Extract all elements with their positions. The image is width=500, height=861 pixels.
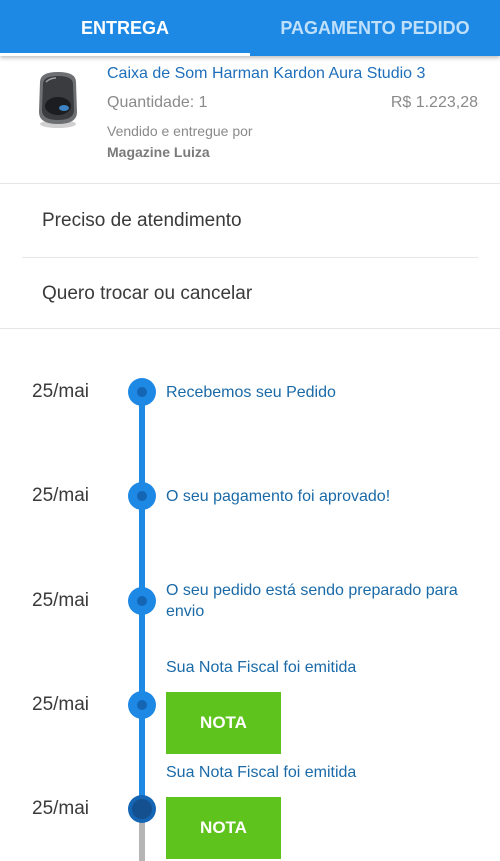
timeline-dot-icon <box>128 482 156 510</box>
timeline-text: O seu pagamento foi aprovado! <box>166 488 391 505</box>
timeline-dot-icon <box>128 691 156 719</box>
divider <box>0 183 500 184</box>
divider <box>22 257 478 258</box>
tab-bar: ENTREGA PAGAMENTO PEDIDO <box>0 0 500 56</box>
timeline-text: Recebemos seu Pedido <box>166 384 336 401</box>
option-trocar-cancelar[interactable]: Quero trocar ou cancelar <box>42 283 252 305</box>
sold-by-label: Vendido e entregue por <box>107 123 253 139</box>
product-card: Caixa de Som Harman Kardon Aura Studio 3… <box>0 56 500 184</box>
nota-button[interactable]: NOTA <box>166 692 281 754</box>
timeline-text: O seu pedido está sendo preparado para e… <box>166 582 458 620</box>
product-price: R$ 1.223,28 <box>390 94 478 111</box>
nota-button[interactable]: NOTA <box>166 797 281 859</box>
timeline-date: 25/mai <box>32 694 90 715</box>
product-name-link[interactable]: Caixa de Som Harman Kardon Aura Studio 3 <box>107 65 425 83</box>
timeline-date: 25/mai <box>32 590 90 611</box>
product-quantity: Quantidade: 1 <box>107 94 208 111</box>
option-preciso-atendimento[interactable]: Preciso de atendimento <box>42 210 242 232</box>
timeline-text: Sua Nota Fiscal foi emitida <box>166 764 357 781</box>
divider <box>0 328 500 329</box>
timeline-date: 25/mai <box>32 798 90 819</box>
timeline-dot-icon <box>128 795 156 823</box>
timeline-dot-icon <box>128 587 156 615</box>
timeline-dot-icon <box>128 378 156 406</box>
timeline-date: 25/mai <box>32 381 90 402</box>
tab-pagamento-pedido[interactable]: PAGAMENTO PEDIDO <box>250 0 500 56</box>
tab-entrega[interactable]: ENTREGA <box>0 0 250 56</box>
timeline-text: Sua Nota Fiscal foi emitida <box>166 659 357 676</box>
speaker-product-image[interactable] <box>30 68 86 130</box>
timeline-date: 25/mai <box>32 485 90 506</box>
seller-name: Magazine Luiza <box>107 144 210 160</box>
